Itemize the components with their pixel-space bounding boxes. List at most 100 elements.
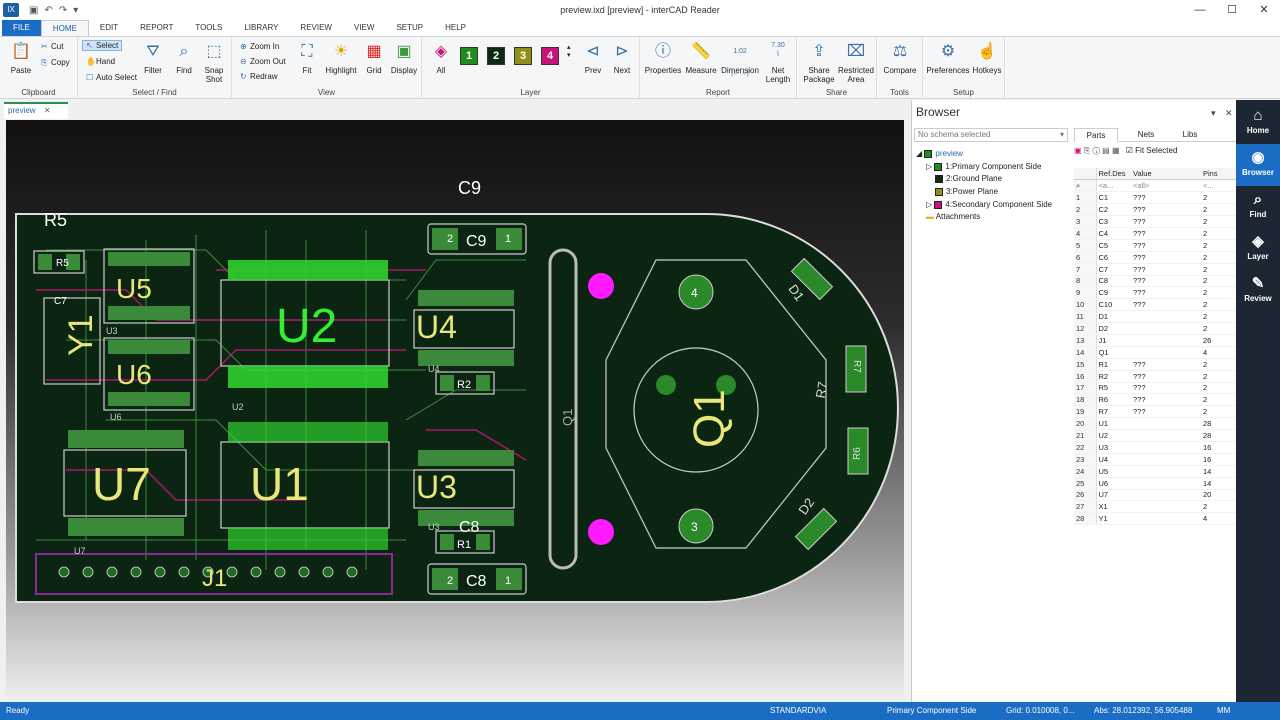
table-row[interactable]: 20 U1 28 [1074,417,1237,431]
document-tab-preview[interactable]: preview ✕ [4,102,68,119]
tab-nets[interactable]: Nets [1126,128,1166,142]
sidebar-layer-button[interactable]: ◈ Layer [1236,228,1280,270]
paste-button[interactable]: 📋 Paste [4,41,38,75]
table-row[interactable]: 10 C10??? 2 [1074,298,1237,312]
zoom-in-button[interactable]: ⊕ Zoom In [240,42,279,51]
measure-button[interactable]: 📏 Measure [684,41,718,75]
tree-root[interactable]: ◢ preview [916,148,1072,161]
tab-home[interactable]: HOME [40,20,89,36]
filter-button[interactable]: ⛛ Filter [138,41,168,75]
table-row[interactable]: 27 X1 2 [1074,500,1237,514]
table-row[interactable]: 24 U5 14 [1074,465,1237,478]
hand-button[interactable]: ✋Hand [86,57,115,66]
table-row[interactable]: 23 U4 16 [1074,453,1237,466]
redraw-button[interactable]: ↻ Redraw [240,72,278,81]
sidebar-find-button[interactable]: ⌕ Find [1236,186,1280,228]
all-layers-button[interactable]: ◈ All [424,41,458,75]
snapshot-button[interactable]: ⬚ Snap Shot [199,41,229,84]
close-tab-icon[interactable]: ✕ [44,106,51,115]
dimension-button[interactable]: 1.02 |←→| Dimension [719,41,761,77]
grid-button[interactable]: ▦ Grid [360,41,388,75]
restricted-area-button[interactable]: ⌧ Restricted Area [837,41,875,84]
table-row[interactable]: 19 R7??? 2 [1074,405,1237,419]
tab-library[interactable]: LIBRARY [233,20,289,36]
filter-value[interactable]: <all> [1131,179,1201,193]
net-length-button[interactable]: 7.30 ⌇ Net Length [761,41,795,84]
sidebar-browser-button[interactable]: ◉ Browser [1236,144,1280,186]
tab-tools[interactable]: TOOLS [184,20,233,36]
columns-icon[interactable]: ▦ [1112,146,1120,155]
table-row[interactable]: 6 C6??? 2 [1074,251,1237,264]
pcb-canvas[interactable]: U5 U6 U7 U1 U4 U3 Y1 Q1 J1 U2 C9 R5 C9 C… [6,120,904,702]
tree-attachments[interactable]: ▬ Attachments [916,211,1072,224]
table-row[interactable]: 2 C2??? 2 [1074,203,1237,217]
tree-layer-3[interactable]: 3:Power Plane [916,186,1072,199]
table-row[interactable]: 3 C3??? 2 [1074,215,1237,228]
tab-parts[interactable]: Parts [1074,128,1118,142]
undo-icon[interactable]: ↶ [44,5,52,16]
table-row[interactable]: 13 J1 26 [1074,334,1237,347]
tab-edit[interactable]: EDIT [89,20,129,36]
table-row[interactable]: 5 C5??? 2 [1074,239,1237,252]
panel-close-icon[interactable]: ✕ [1225,108,1233,119]
next-layer-button[interactable]: ⊳ Next [607,41,637,75]
tree-layer-4[interactable]: ▷ 4:Secondary Component Side [916,199,1072,212]
tree-layer-1[interactable]: ▷ 1:Primary Component Side [916,161,1072,174]
filter-refdes[interactable]: <a... [1096,179,1131,193]
layer-1-button[interactable]: 1 [460,47,478,65]
share-package-button[interactable]: ⇪ Share Package [801,41,837,84]
layer-3-button[interactable]: 3 [514,47,532,65]
table-row[interactable]: 11 D1 2 [1074,310,1237,324]
table-row[interactable]: 18 R6??? 2 [1074,393,1237,407]
minimize-button[interactable]: — [1184,0,1216,20]
table-row[interactable]: 17 R5??? 2 [1074,382,1237,395]
filter-pins[interactable]: <... [1201,179,1237,193]
table-row[interactable]: 12 D2 2 [1074,322,1237,335]
export-icon[interactable]: ▤ [1102,146,1110,155]
zoom-out-button[interactable]: ⊖ Zoom Out [240,57,286,66]
layer-4-button[interactable]: 4 [541,47,559,65]
cut-button[interactable]: ✂ Cut [41,42,63,51]
find-button[interactable]: ⌕ Find [169,41,199,75]
table-row[interactable]: 7 C7??? 2 [1074,263,1237,276]
customize-icon[interactable]: ▾ [73,5,78,16]
select-button[interactable]: ↖ Select [82,40,123,51]
copy-button[interactable]: ⎘ Copy [41,58,70,68]
tab-file[interactable]: FILE [2,20,41,36]
table-row[interactable]: 25 U6 14 [1074,477,1237,490]
compare-button[interactable]: ⚖ Compare [881,41,919,75]
maximize-button[interactable]: ☐ [1216,0,1248,20]
col-value[interactable]: Value [1131,168,1201,181]
auto-select-checkbox[interactable]: ☐ Auto Select [86,73,137,82]
tab-setup[interactable]: SETUP [385,20,434,36]
display-button[interactable]: ▣ Display [388,41,420,75]
fit-button[interactable]: ⛶ Fit [292,41,322,75]
select-parts-icon[interactable]: ▣ [1074,146,1082,155]
table-row[interactable]: 4 C4??? 2 [1074,227,1237,240]
properties-icon[interactable]: ⓘ [1092,146,1099,155]
col-pins[interactable]: Pins [1201,168,1237,181]
save-icon[interactable]: ▣ [29,5,38,16]
table-row[interactable]: 9 C9??? 2 [1074,286,1237,300]
sidebar-home-button[interactable]: ⌂ Home [1236,102,1280,144]
preferences-button[interactable]: ⚙ Preferences [925,41,971,75]
tab-view[interactable]: VIEW [343,20,385,36]
table-row[interactable]: 26 U7 20 [1074,489,1237,502]
tree-layer-2[interactable]: 2:Ground Plane [916,173,1072,186]
tab-report[interactable]: REPORT [129,20,184,36]
redo-icon[interactable]: ↷ [59,5,67,16]
tab-help[interactable]: HELP [434,20,477,36]
table-row[interactable]: 15 R1??? 2 [1074,358,1237,371]
col-refdes[interactable]: Ref.Des [1096,168,1131,181]
table-row[interactable]: 22 U3 16 [1074,441,1237,454]
table-row[interactable]: 1 C1??? 2 [1074,191,1237,205]
layer-2-button[interactable]: 2 [487,47,505,65]
properties-button[interactable]: ⓘ Properties [644,41,682,75]
table-row[interactable]: 8 C8??? 2 [1074,275,1237,288]
panel-menu-icon[interactable]: ▾ [1211,108,1216,119]
prev-layer-button[interactable]: ⊲ Prev [578,41,608,75]
tab-libs[interactable]: Libs [1170,128,1210,142]
sidebar-review-button[interactable]: ✎ Review [1236,270,1280,312]
table-row[interactable]: 16 R2??? 2 [1074,370,1237,383]
hotkeys-button[interactable]: ☝ Hotkeys [971,41,1003,75]
